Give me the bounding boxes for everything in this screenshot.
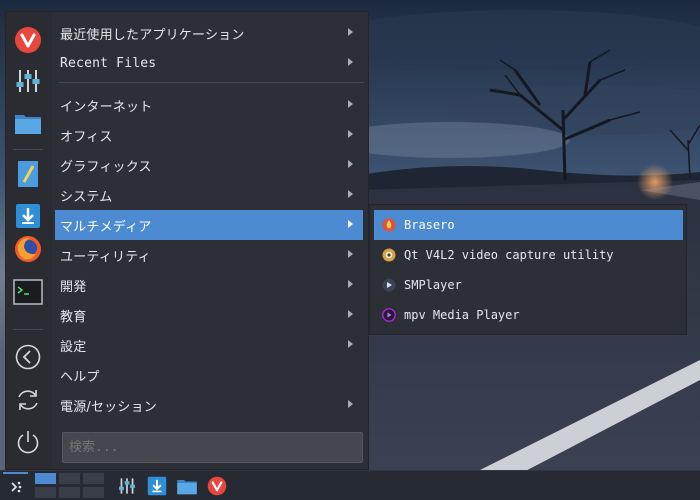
download-icon[interactable] xyxy=(146,475,168,497)
refresh-icon[interactable] xyxy=(13,385,43,415)
desktop-4[interactable] xyxy=(34,486,57,499)
firefox-icon[interactable] xyxy=(13,234,43,264)
category-label: ヘルプ xyxy=(60,369,100,385)
submenu-item-label: mpv Media Player xyxy=(404,308,520,322)
category-utilities[interactable]: ユーティリティ xyxy=(55,240,363,270)
application-menu: 最近使用したアプリケーション Recent Files インターネット オフィス… xyxy=(5,11,369,470)
category-system[interactable]: システム xyxy=(55,180,363,210)
application-launcher-button[interactable] xyxy=(3,472,28,499)
chevron-right-icon xyxy=(348,310,353,318)
terminal-icon[interactable] xyxy=(13,277,43,307)
chevron-right-icon xyxy=(348,58,353,66)
category-label: 最近使用したアプリケーション xyxy=(60,27,245,43)
chevron-right-icon xyxy=(348,400,353,408)
category-label: グラフィックス xyxy=(60,159,152,175)
category-label: システム xyxy=(60,189,113,205)
chevron-right-icon xyxy=(348,250,353,258)
taskbar xyxy=(0,470,700,500)
submenu-item-smplayer[interactable]: SMPlayer xyxy=(374,270,683,300)
chevron-right-icon xyxy=(348,280,353,288)
category-settings[interactable]: 設定 xyxy=(55,330,363,360)
submenu-item-label: SMPlayer xyxy=(404,278,462,292)
mixer-settings-icon[interactable] xyxy=(13,66,43,96)
category-label: インターネット xyxy=(60,99,153,115)
submenu-item-mpv[interactable]: mpv Media Player xyxy=(374,300,683,330)
download-icon[interactable] xyxy=(13,201,43,231)
category-education[interactable]: 教育 xyxy=(55,300,363,330)
power-icon[interactable] xyxy=(13,427,43,457)
category-recent-apps[interactable]: 最近使用したアプリケーション xyxy=(55,18,363,48)
category-recent-files[interactable]: Recent Files xyxy=(55,48,363,78)
submenu-item-brasero[interactable]: Brasero xyxy=(374,210,683,240)
search-input[interactable] xyxy=(62,432,363,463)
category-label: 設定 xyxy=(60,339,87,355)
category-label: ユーティリティ xyxy=(60,249,151,265)
vivaldi-icon[interactable] xyxy=(206,475,228,497)
smplayer-icon xyxy=(382,278,396,292)
category-internet[interactable]: インターネット xyxy=(55,90,363,120)
launcher-icon xyxy=(10,481,21,492)
desktop-6[interactable] xyxy=(82,486,105,499)
text-editor-icon[interactable] xyxy=(13,159,43,189)
brasero-icon xyxy=(382,218,396,232)
mixer-settings-icon[interactable] xyxy=(116,475,138,497)
chevron-right-icon xyxy=(348,130,353,138)
desktop-3[interactable] xyxy=(82,472,105,485)
chevron-right-icon xyxy=(348,220,353,228)
mpv-icon xyxy=(382,308,396,322)
submenu-item-qv4l2[interactable]: Qt V4L2 video capture utility xyxy=(374,240,683,270)
desktop-1[interactable] xyxy=(34,472,57,485)
vivaldi-icon[interactable] xyxy=(13,25,43,55)
favorites-bar xyxy=(6,12,52,469)
submenu-item-label: Qt V4L2 video capture utility xyxy=(404,248,614,262)
webcam-icon xyxy=(382,248,396,262)
multimedia-submenu: Brasero Qt V4L2 video capture utility SM… xyxy=(369,204,687,335)
desktop-5[interactable] xyxy=(58,486,81,499)
divider xyxy=(58,82,364,83)
folder-icon[interactable] xyxy=(13,108,43,138)
back-icon[interactable] xyxy=(13,342,43,372)
folder-icon[interactable] xyxy=(176,475,198,497)
category-label: 開発 xyxy=(60,279,87,295)
desktop-pager xyxy=(34,472,105,499)
chevron-right-icon xyxy=(348,340,353,348)
submenu-item-label: Brasero xyxy=(404,218,455,232)
chevron-right-icon xyxy=(348,160,353,168)
category-label: 電源/セッション xyxy=(60,399,157,415)
chevron-right-icon xyxy=(348,28,353,36)
category-label: オフィス xyxy=(60,129,113,145)
category-label: Recent Files xyxy=(60,55,157,71)
category-label: マルチメディア xyxy=(60,219,152,235)
category-power-session[interactable]: 電源/セッション xyxy=(55,390,363,420)
category-development[interactable]: 開発 xyxy=(55,270,363,300)
chevron-right-icon xyxy=(348,100,353,108)
desktop-2[interactable] xyxy=(58,472,81,485)
category-multimedia[interactable]: マルチメディア xyxy=(55,210,363,240)
chevron-right-icon xyxy=(348,190,353,198)
category-help[interactable]: ヘルプ xyxy=(55,360,363,390)
category-label: 教育 xyxy=(60,309,87,325)
category-office[interactable]: オフィス xyxy=(55,120,363,150)
category-graphics[interactable]: グラフィックス xyxy=(55,150,363,180)
